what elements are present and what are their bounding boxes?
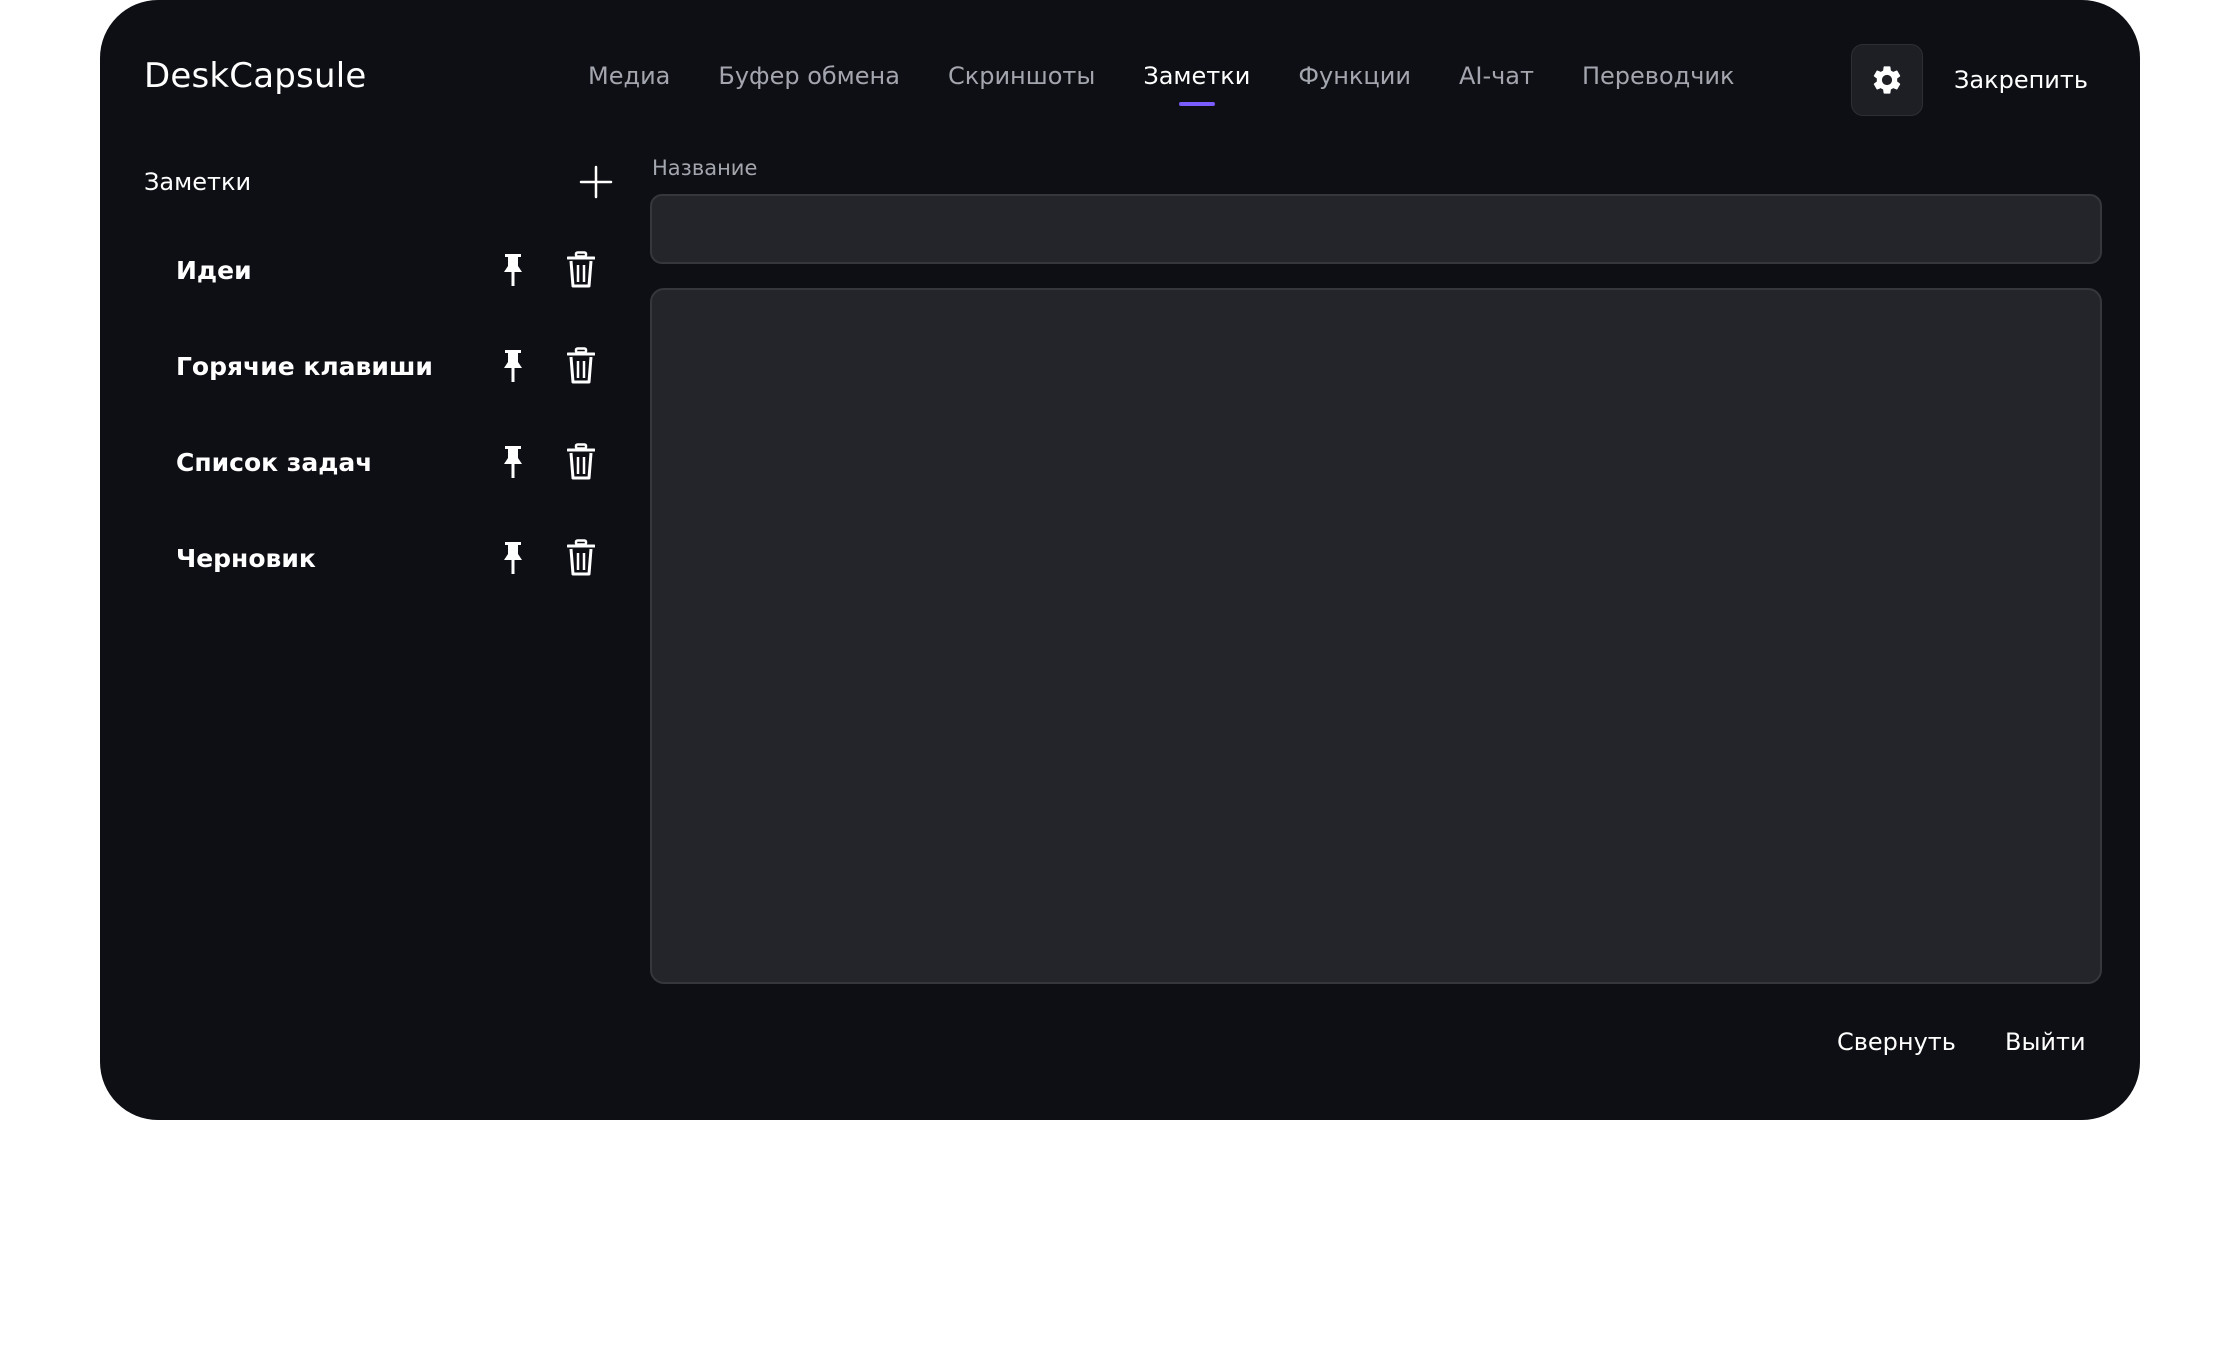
main-nav: Медиа Буфер обмена Скриншоты Заметки Фун… [588, 62, 1735, 118]
title-field-label: Название [652, 156, 758, 180]
note-title: Список задач [176, 448, 373, 477]
note-title: Черновик [176, 544, 316, 573]
note-title-input[interactable] [650, 194, 2102, 264]
note-body-textarea[interactable] [650, 288, 2102, 984]
pin-icon[interactable] [500, 540, 526, 576]
tab-functions[interactable]: Функции [1298, 62, 1411, 118]
settings-button[interactable] [1851, 44, 1923, 116]
tab-notes[interactable]: Заметки [1143, 62, 1250, 118]
list-item[interactable]: Горячие клавиши [144, 336, 624, 396]
tab-translator[interactable]: Переводчик [1582, 62, 1735, 118]
tab-media[interactable]: Медиа [588, 62, 670, 118]
tab-clipboard[interactable]: Буфер обмена [718, 62, 900, 118]
exit-button[interactable]: Выйти [2005, 1028, 2086, 1056]
trash-icon[interactable] [567, 539, 595, 577]
app-title: DeskCapsule [144, 56, 367, 96]
pin-icon[interactable] [500, 252, 526, 288]
list-item[interactable]: Черновик [144, 528, 624, 588]
sidebar-title: Заметки [144, 168, 252, 196]
pin-icon[interactable] [500, 444, 526, 480]
plus-icon[interactable] [578, 164, 614, 200]
trash-icon[interactable] [567, 443, 595, 481]
list-item[interactable]: Идеи [144, 240, 624, 300]
app-window: DeskCapsule Медиа Буфер обмена Скриншоты… [100, 0, 2140, 1120]
note-title: Идеи [176, 256, 252, 285]
tab-screenshots[interactable]: Скриншоты [948, 62, 1095, 118]
pin-window-button[interactable]: Закрепить [1954, 66, 2088, 94]
pin-icon[interactable] [500, 348, 526, 384]
trash-icon[interactable] [567, 347, 595, 385]
list-item[interactable]: Список задач [144, 432, 624, 492]
gear-icon [1873, 66, 1901, 94]
tab-ai-chat[interactable]: AI-чат [1459, 62, 1534, 118]
trash-icon[interactable] [567, 251, 595, 289]
note-title: Горячие клавиши [176, 352, 433, 381]
minimize-button[interactable]: Свернуть [1837, 1028, 1956, 1056]
